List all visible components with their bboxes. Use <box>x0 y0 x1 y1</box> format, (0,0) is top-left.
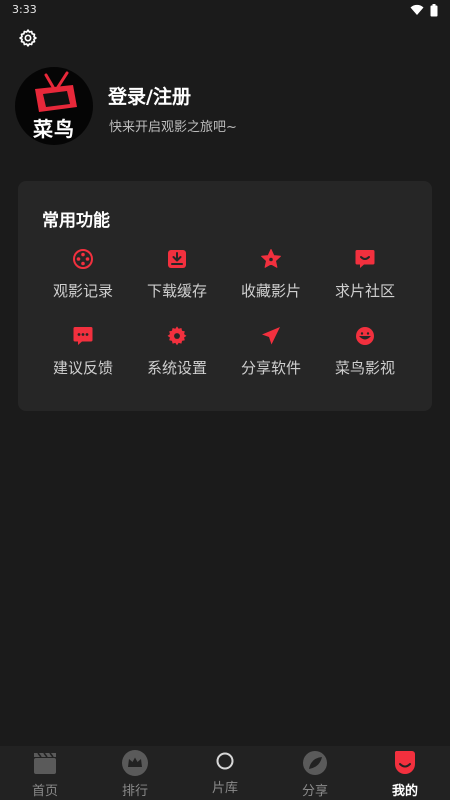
film-reel-icon <box>73 249 93 269</box>
common-functions-card: 常用功能 观影记录 下载缓存 收藏影片 求片社区 建议反馈 系统设置 分享软件 … <box>18 181 432 411</box>
function-label: 系统设置 <box>146 359 207 377</box>
function-favorites[interactable]: 收藏影片 <box>224 241 318 301</box>
nav-label: 首页 <box>31 784 58 799</box>
function-label: 分享软件 <box>240 359 301 377</box>
function-label: 菜鸟影视 <box>334 359 395 377</box>
mascot-icon <box>356 327 374 345</box>
function-request-community[interactable]: 求片社区 <box>318 241 412 301</box>
nav-library[interactable]: 片库 <box>180 746 270 800</box>
function-share-app[interactable]: 分享软件 <box>224 318 318 378</box>
wifi-icon <box>410 4 424 15</box>
nav-share[interactable]: 分享 <box>270 746 360 800</box>
function-label: 收藏影片 <box>240 282 301 300</box>
profile-subtitle: 快来开启观影之旅吧~ <box>109 120 237 135</box>
feedback-icon <box>73 327 93 345</box>
circle-icon <box>216 752 234 770</box>
bottom-nav: 首页 排行 片库 分享 我的 <box>0 746 450 800</box>
chat-bubble-icon <box>355 250 375 268</box>
function-feedback[interactable]: 建议反馈 <box>36 318 130 378</box>
crown-icon <box>122 750 148 776</box>
function-label: 观影记录 <box>52 282 113 300</box>
function-watch-history[interactable]: 观影记录 <box>36 241 130 301</box>
avatar-text: 菜鸟 <box>33 117 75 141</box>
function-system-settings[interactable]: 系统设置 <box>130 318 224 378</box>
nav-label: 分享 <box>301 784 328 799</box>
function-label: 下载缓存 <box>146 282 207 300</box>
status-bar: 3:33 <box>0 0 450 20</box>
star-icon <box>261 249 281 268</box>
leaf-icon <box>303 751 327 775</box>
function-label: 求片社区 <box>334 282 395 300</box>
nav-label: 排行 <box>121 784 148 799</box>
function-label: 建议反馈 <box>52 359 113 377</box>
gear-icon <box>167 326 187 346</box>
profile-screen: 3:33 菜鸟 登录/注册 快来开启观影之旅吧~ 常用功能 观影记录 下载缓存 … <box>0 0 450 800</box>
settings-button[interactable] <box>16 26 40 50</box>
nav-label: 片库 <box>211 781 238 796</box>
send-icon <box>262 327 280 345</box>
nav-mine[interactable]: 我的 <box>360 746 450 800</box>
login-register-link[interactable]: 登录/注册 <box>108 82 191 109</box>
status-icons <box>410 3 438 17</box>
nav-ranking[interactable]: 排行 <box>90 746 180 800</box>
card-title: 常用功能 <box>42 211 110 231</box>
nav-label: 我的 <box>391 784 418 799</box>
battery-icon <box>430 3 438 16</box>
status-time: 3:33 <box>12 3 37 16</box>
function-about-app[interactable]: 菜鸟影视 <box>318 318 412 378</box>
avatar[interactable]: 菜鸟 <box>15 67 93 145</box>
profile-icon <box>395 751 415 774</box>
clapper-icon <box>34 752 56 774</box>
download-icon <box>168 250 186 268</box>
nav-home[interactable]: 首页 <box>0 746 90 800</box>
function-download-cache[interactable]: 下载缓存 <box>130 241 224 301</box>
gear-icon <box>19 29 37 47</box>
